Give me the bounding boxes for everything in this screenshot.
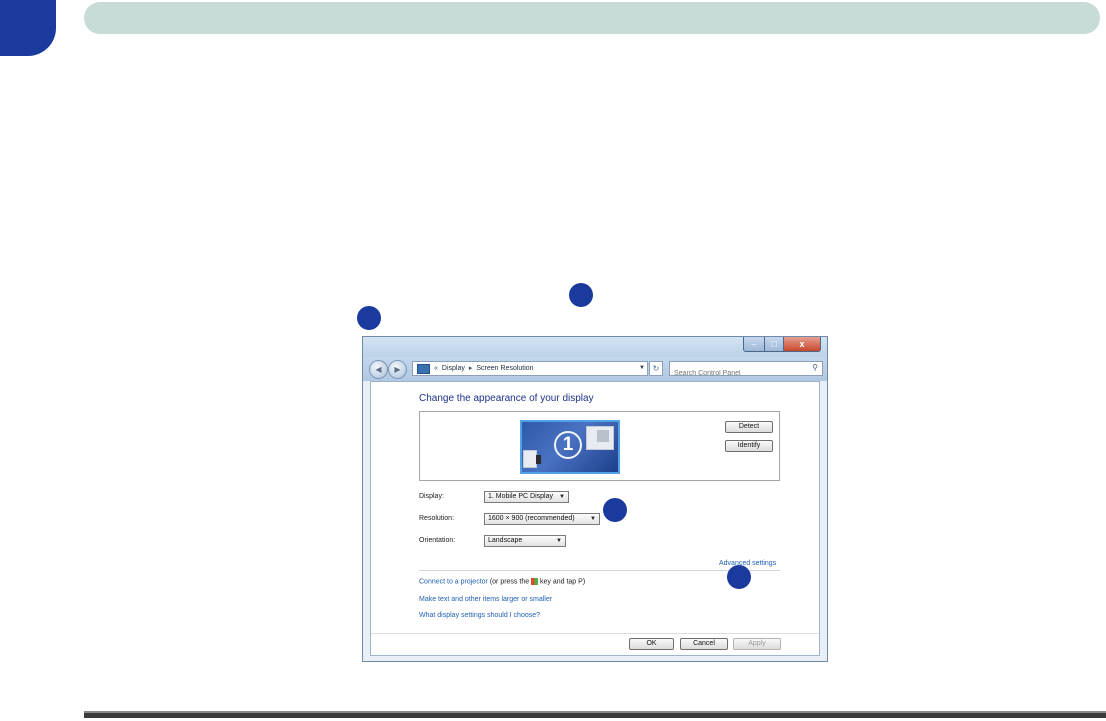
screen-resolution-window: – □ x ◀ ▶ « Display ▸ Screen Resolution … [362,336,828,662]
callout-marker-4 [727,565,751,589]
apply-button[interactable]: Apply [733,638,781,650]
windows-logo-icon [531,578,539,585]
advanced-settings-link[interactable]: Advanced settings [719,560,776,567]
chevron-down-icon[interactable]: ▼ [639,362,645,375]
close-button[interactable]: x [784,337,821,352]
display-settings-help-link[interactable]: What display settings should I choose? [419,612,540,619]
divider [419,570,780,571]
header-bar [84,2,1100,34]
minimize-button[interactable]: – [743,337,765,352]
forward-button[interactable]: ▶ [388,360,407,379]
display-label: Display: [419,493,444,500]
refresh-button[interactable]: ↻ [649,361,663,376]
connect-projector-row: Connect to a projector (or press the key… [419,578,585,585]
back-button[interactable]: ◀ [369,360,388,379]
search-box: ⚲ [669,361,823,380]
address-bar[interactable]: « Display ▸ Screen Resolution ▼ [412,361,648,376]
orientation-label: Orientation: [419,537,456,544]
desktop-window-icon [586,426,614,450]
orientation-value: Landscape [488,537,523,544]
search-input[interactable] [670,367,802,380]
text-size-link[interactable]: Make text and other items larger or smal… [419,596,552,603]
dialog-button-bar: OK Cancel Apply [371,633,819,656]
cancel-button[interactable]: Cancel [680,638,728,650]
identify-button[interactable]: Identify [725,440,773,452]
title-bar: – □ x [363,337,827,357]
callout-marker-3 [603,498,627,522]
maximize-button[interactable]: □ [765,337,784,352]
breadcrumb-display[interactable]: Display [442,362,465,375]
detect-button[interactable]: Detect [725,421,773,433]
orientation-select[interactable]: Landscape ▼ [484,535,566,547]
monitor-number: 1 [554,431,582,459]
chevron-down-icon: ▼ [556,538,562,544]
footer-bar [84,711,1106,718]
connect-projector-hint-a: (or press the [487,578,532,586]
callout-marker-1 [569,283,593,307]
breadcrumb-screen-resolution[interactable]: Screen Resolution [476,362,533,375]
resolution-label: Resolution: [419,515,455,522]
search-icon[interactable]: ⚲ [812,363,818,372]
address-row: ◀ ▶ « Display ▸ Screen Resolution ▼ ↻ ⚲ [363,357,827,381]
resolution-value: 1600 × 900 (recommended) [488,515,575,522]
connect-projector-link[interactable]: Connect to a projector [419,578,488,585]
desktop-window-icon [523,450,541,468]
chapter-tab [0,0,56,56]
callout-marker-2 [357,306,381,330]
display-value: 1. Mobile PC Display [488,493,553,500]
monitor-thumbnail[interactable]: 1 [520,420,620,474]
window-controls: – □ x [743,337,821,352]
chevron-down-icon: ▼ [590,516,596,522]
control-panel-icon [417,363,430,374]
display-preview: 1 Detect Identify [419,411,780,481]
display-select[interactable]: 1. Mobile PC Display ▼ [484,491,569,503]
chevron-down-icon: ▼ [559,494,565,500]
content-pane: Change the appearance of your display 1 … [370,381,820,656]
connect-projector-hint-b: key and tap P) [538,578,586,586]
breadcrumb-overflow[interactable]: « [434,362,438,375]
chevron-right-icon: ▸ [468,365,473,372]
resolution-select[interactable]: 1600 × 900 (recommended) ▼ [484,513,600,525]
page-title: Change the appearance of your display [419,393,594,404]
ok-button[interactable]: OK [629,638,674,650]
